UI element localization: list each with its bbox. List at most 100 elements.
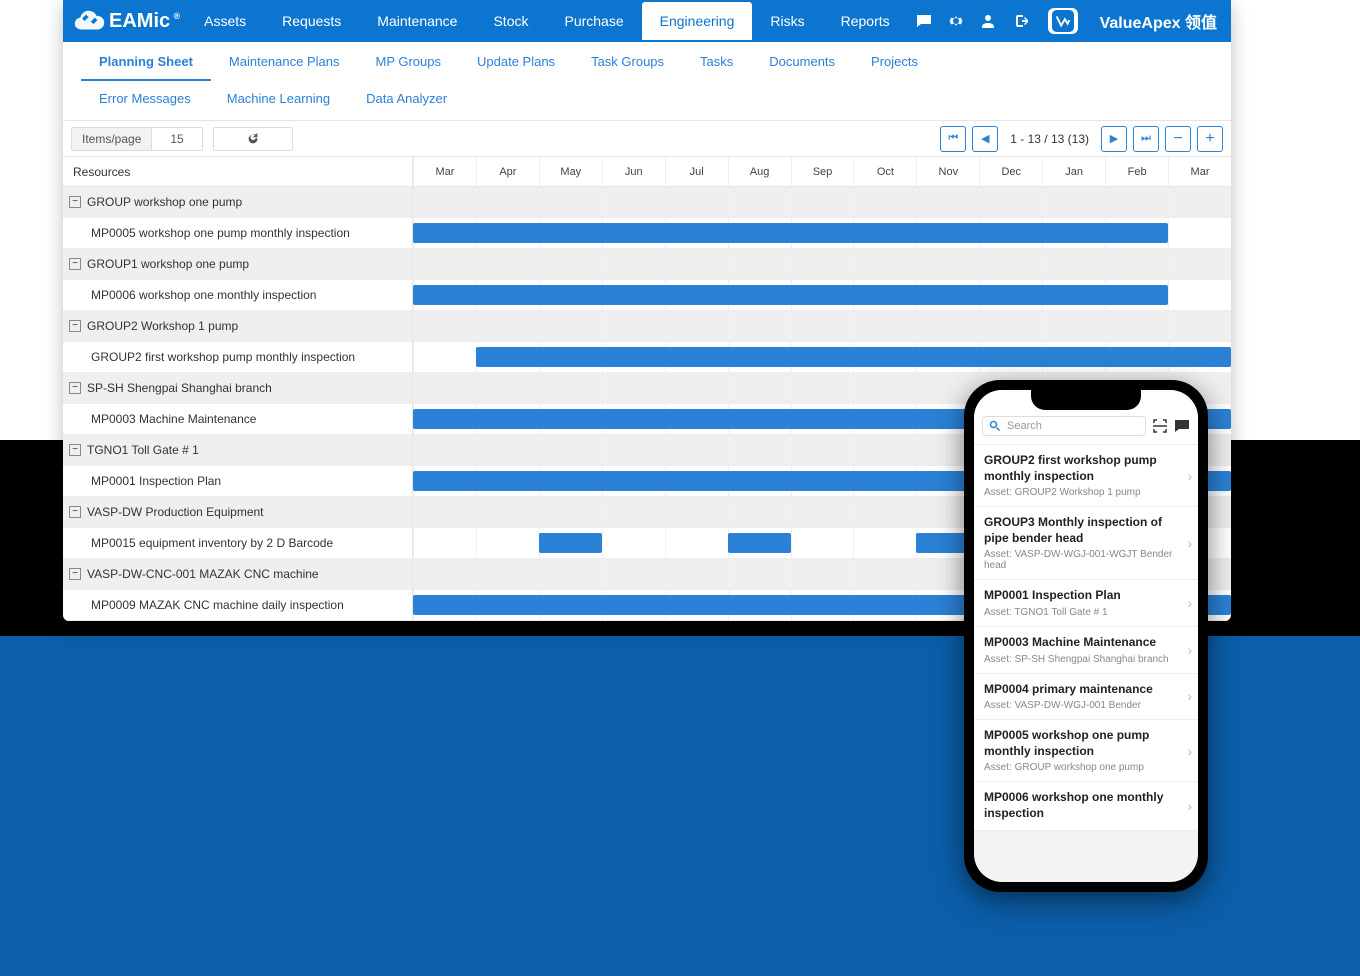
page-info: 1 - 13 / 13 (13) (1004, 132, 1095, 146)
item-subtitle: Asset: GROUP2 Workshop 1 pump (984, 487, 1176, 498)
row-label: VASP-DW-CNC-001 MAZAK CNC machine (87, 567, 319, 581)
subnav-projects[interactable]: Projects (853, 42, 936, 81)
gantt-row: MP0006 workshop one monthly inspection (63, 280, 412, 311)
nav-reports[interactable]: Reports (823, 2, 908, 40)
item-subtitle: Asset: VASP-DW-WGJ-001-WGJT Bender head (984, 549, 1176, 571)
brand-name: EAMic (109, 10, 170, 33)
chevron-right-icon: › (1187, 798, 1192, 814)
month-header: Mar (1168, 157, 1231, 186)
timeline-row (413, 218, 1231, 249)
gantt-row: GROUP2 first workshop pump monthly inspe… (63, 342, 412, 373)
nav-engineering[interactable]: Engineering (642, 2, 753, 40)
wrench-cloud-icon (71, 7, 105, 35)
gantt-row: −VASP-DW-CNC-001 MAZAK CNC machine (63, 559, 412, 590)
gantt-bar[interactable] (728, 533, 791, 553)
gantt-bar[interactable] (539, 533, 602, 553)
item-title: MP0006 workshop one monthly inspection (984, 790, 1176, 821)
nav-purchase[interactable]: Purchase (546, 2, 641, 40)
gantt-bar[interactable] (476, 347, 1231, 367)
row-label: MP0003 Machine Maintenance (91, 412, 256, 426)
toolbar: Items/page 15 ⏮ ◀ 1 - 13 / 13 (13) ▶ ⏭ −… (63, 121, 1231, 157)
phone-list-item[interactable]: MP0005 workshop one pump monthly inspect… (974, 720, 1198, 782)
collapse-toggle[interactable]: − (69, 506, 81, 518)
phone-list-item[interactable]: MP0006 workshop one monthly inspection › (974, 782, 1198, 830)
phone-list-item[interactable]: GROUP3 Monthly inspection of pipe bender… (974, 507, 1198, 580)
brand-sup: ® (173, 11, 180, 21)
gantt-resource-column: Resources −GROUP workshop one pumpMP0005… (63, 157, 413, 621)
gantt-row: MP0009 MAZAK CNC machine daily inspectio… (63, 590, 412, 621)
row-label: GROUP1 workshop one pump (87, 257, 249, 271)
subnav-mp-groups[interactable]: MP Groups (357, 42, 459, 81)
month-header: Sep (791, 157, 854, 186)
page-prev-button[interactable]: ◀ (972, 126, 998, 152)
phone-list-item[interactable]: MP0004 primary maintenanceAsset: VASP-DW… (974, 674, 1198, 721)
phone-list-item[interactable]: MP0003 Machine MaintenanceAsset: SP-SH S… (974, 627, 1198, 674)
logout-icon[interactable] (1012, 13, 1028, 29)
subnav-machine-learning[interactable]: Machine Learning (209, 81, 348, 120)
items-per-page-value[interactable]: 15 (152, 127, 202, 151)
subnav-planning-sheet[interactable]: Planning Sheet (81, 42, 211, 81)
collapse-toggle[interactable]: − (69, 196, 81, 208)
gantt-row: −GROUP1 workshop one pump (63, 249, 412, 280)
refresh-button[interactable] (213, 127, 293, 151)
chevron-right-icon: › (1187, 688, 1192, 704)
chevron-right-icon: › (1187, 743, 1192, 759)
subnav-update-plans[interactable]: Update Plans (459, 42, 573, 81)
resources-header: Resources (63, 157, 412, 187)
phone-list-item[interactable]: MP0001 Inspection PlanAsset: TGNO1 Toll … (974, 580, 1198, 627)
brand-logo[interactable]: EAMic ® (67, 7, 186, 35)
collapse-button[interactable]: − (1165, 126, 1191, 152)
user-icon[interactable] (980, 13, 996, 29)
nav-stock[interactable]: Stock (475, 2, 546, 40)
gantt-bar[interactable] (413, 223, 1168, 243)
month-header: Aug (728, 157, 791, 186)
top-icons: ValueApex 领值 (916, 8, 1223, 34)
item-title: GROUP3 Monthly inspection of pipe bender… (984, 515, 1176, 546)
chat-icon[interactable] (1174, 418, 1190, 434)
subnav-data-analyzer[interactable]: Data Analyzer (348, 81, 465, 120)
month-header: Oct (853, 157, 916, 186)
nav-requests[interactable]: Requests (264, 2, 359, 40)
page-next-button[interactable]: ▶ (1101, 126, 1127, 152)
month-header: Feb (1105, 157, 1168, 186)
chat-icon[interactable] (916, 13, 932, 29)
valueapex-text: ValueApex 领值 (1100, 9, 1217, 33)
row-label: GROUP2 first workshop pump monthly inspe… (91, 350, 355, 364)
subnav-maintenance-plans[interactable]: Maintenance Plans (211, 42, 358, 81)
month-header: Nov (916, 157, 979, 186)
nav-assets[interactable]: Assets (186, 2, 264, 40)
collapse-toggle[interactable]: − (69, 258, 81, 270)
sub-nav: Planning SheetMaintenance PlansMP Groups… (63, 42, 1231, 121)
row-label: MP0001 Inspection Plan (91, 474, 221, 488)
row-label: SP-SH Shengpai Shanghai branch (87, 381, 272, 395)
subnav-tasks[interactable]: Tasks (682, 42, 751, 81)
gantt-row: MP0003 Machine Maintenance (63, 404, 412, 435)
collapse-toggle[interactable]: − (69, 568, 81, 580)
gear-icon[interactable] (948, 13, 964, 29)
page-first-button[interactable]: ⏮ (940, 126, 966, 152)
gantt-row: −GROUP2 Workshop 1 pump (63, 311, 412, 342)
subnav-task-groups[interactable]: Task Groups (573, 42, 682, 81)
search-placeholder: Search (1007, 420, 1042, 432)
valueapex-badge[interactable] (1048, 8, 1078, 34)
collapse-toggle[interactable]: − (69, 382, 81, 394)
items-per-page-label: Items/page (71, 127, 152, 151)
phone-notch (1031, 390, 1141, 410)
gantt-row: MP0001 Inspection Plan (63, 466, 412, 497)
subnav-documents[interactable]: Documents (751, 42, 853, 81)
collapse-toggle[interactable]: − (69, 320, 81, 332)
row-label: MP0005 workshop one pump monthly inspect… (91, 226, 350, 240)
collapse-toggle[interactable]: − (69, 444, 81, 456)
nav-maintenance[interactable]: Maintenance (359, 2, 475, 40)
subnav-error-messages[interactable]: Error Messages (81, 81, 209, 120)
phone-search-input[interactable]: Search (982, 416, 1146, 436)
scan-icon[interactable] (1152, 418, 1168, 434)
month-header: Apr (476, 157, 539, 186)
phone-list-item[interactable]: GROUP2 first workshop pump monthly inspe… (974, 445, 1198, 507)
page-last-button[interactable]: ⏭ (1133, 126, 1159, 152)
month-header: Jul (665, 157, 728, 186)
item-subtitle: Asset: TGNO1 Toll Gate # 1 (984, 607, 1176, 618)
nav-risks[interactable]: Risks (752, 2, 822, 40)
gantt-bar[interactable] (413, 285, 1168, 305)
expand-button[interactable]: + (1197, 126, 1223, 152)
